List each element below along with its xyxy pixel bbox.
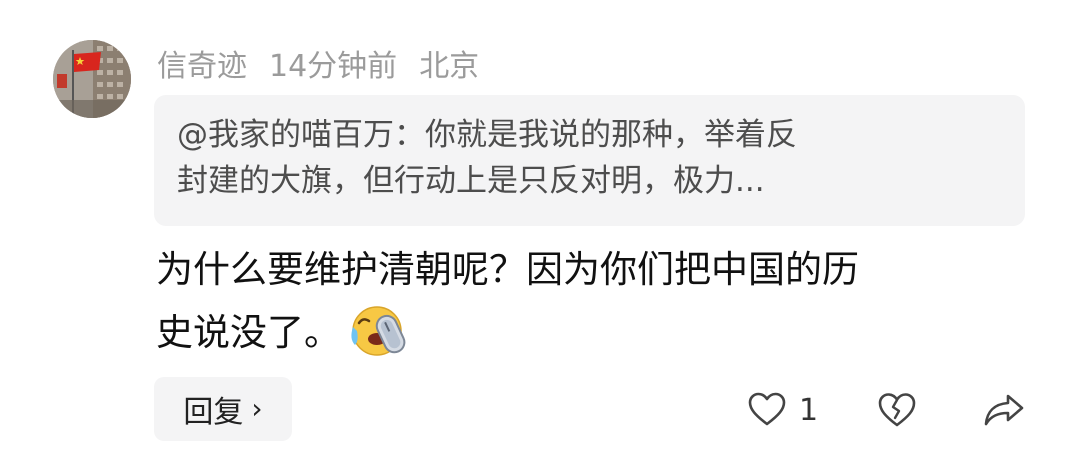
user-avatar[interactable] [53, 40, 131, 118]
crying-laughing-emoji-icon [351, 305, 406, 356]
dislike-button[interactable] [876, 385, 918, 435]
username[interactable]: 信奇迹 [157, 41, 247, 85]
reply-button[interactable]: 回复 › [154, 377, 292, 441]
share-button[interactable] [982, 385, 1026, 435]
location: 北京 [419, 49, 480, 84]
reply-label: 回复 [183, 395, 244, 430]
comment-meta: 信奇迹 14分钟前 北京 [157, 42, 501, 84]
share-arrow-icon [984, 394, 1024, 426]
heart-icon [748, 392, 786, 426]
comment-content: 为什么要维护清朝呢？因为你们把中国的历 史说没了。 [156, 238, 1036, 364]
broken-heart-icon [878, 393, 916, 427]
like-button[interactable]: 1 [747, 385, 818, 435]
flag-avatar-icon [53, 40, 131, 118]
chevron-right-icon: › [251, 391, 263, 425]
quote-line-2: 封建的大旗，但行动上是只反对明，极力... [177, 163, 765, 199]
timestamp: 14分钟前 [269, 49, 398, 84]
quote-line-1: @我家的喵百万：你就是我说的那种，举着反 [177, 117, 797, 153]
content-line-2-text: 史说没了。 [156, 311, 341, 354]
content-line-2: 史说没了。 [156, 301, 1036, 364]
like-count: 1 [799, 392, 819, 428]
content-line-1: 为什么要维护清朝呢？因为你们把中国的历 [156, 248, 859, 291]
quoted-comment[interactable]: @我家的喵百万：你就是我说的那种，举着反 封建的大旗，但行动上是只反对明，极力.… [154, 95, 1025, 226]
